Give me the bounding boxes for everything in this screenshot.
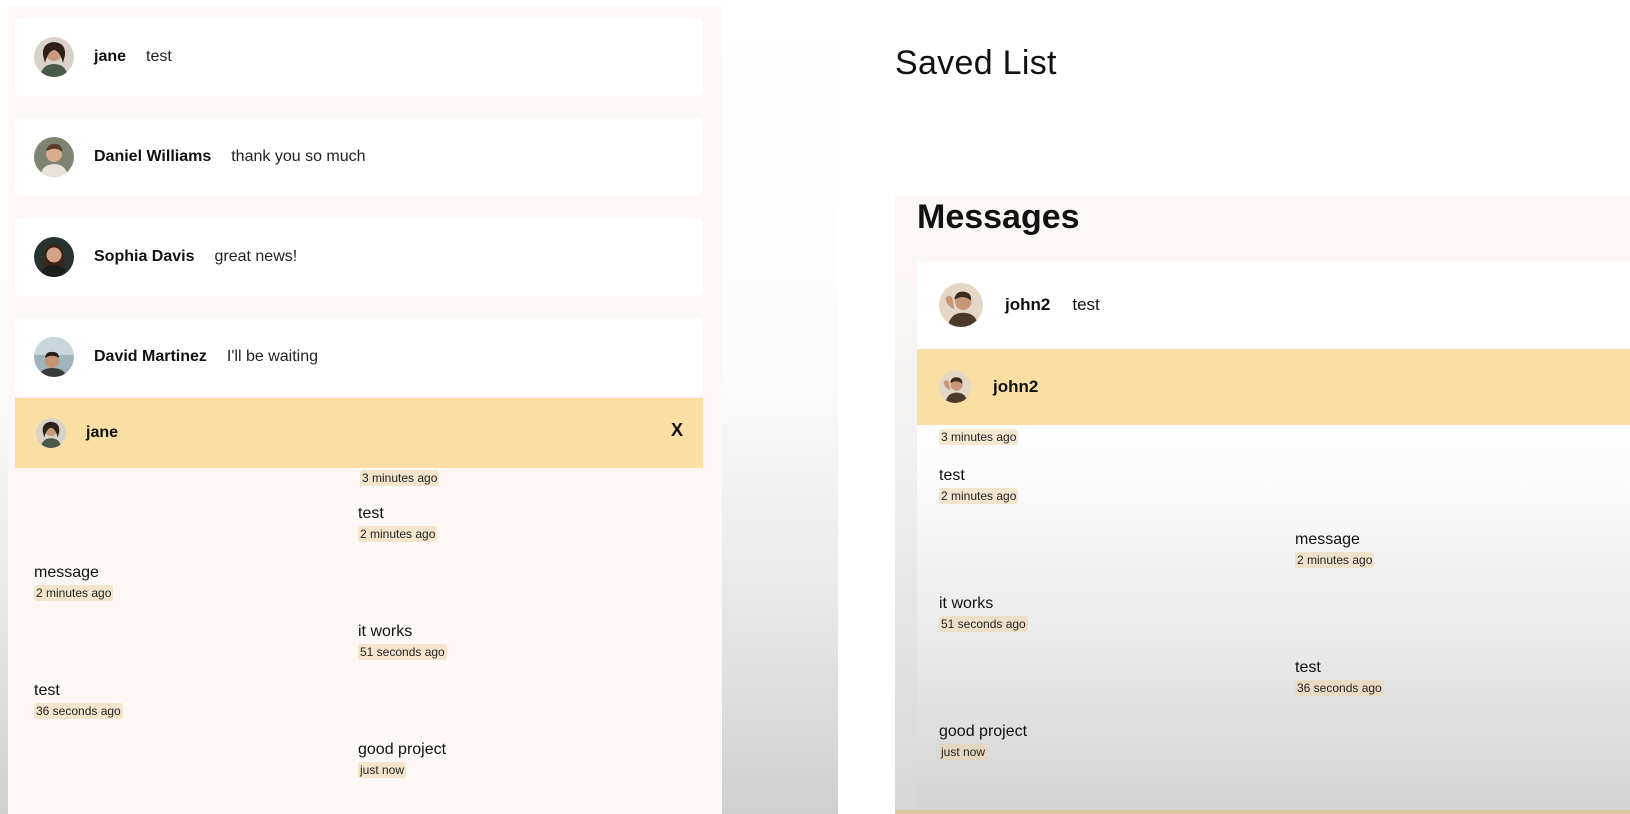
conversation-name: john2 — [1005, 295, 1051, 314]
david-avatar-icon — [34, 337, 74, 377]
messages-panel: Messages john2 test john2 3 minutes ago … — [895, 196, 1630, 814]
message-timestamp: just now — [358, 762, 407, 778]
message-timestamp: 2 minutes ago — [34, 585, 114, 601]
bottom-strip — [895, 810, 1630, 814]
sophia-avatar-icon — [34, 237, 74, 277]
message-timestamp: 51 seconds ago — [358, 644, 447, 660]
close-chat-button[interactable]: X — [671, 420, 683, 441]
message-text: test — [1295, 659, 1321, 676]
chat-message: good project just now — [358, 740, 446, 779]
message-text: message — [34, 564, 99, 581]
message-timestamp: 2 minutes ago — [939, 488, 1019, 504]
conversation-name: Daniel Williams — [94, 148, 212, 165]
chat-message: it works 51 seconds ago — [358, 622, 447, 661]
chat-message: 3 minutes ago — [939, 427, 1019, 446]
message-timestamp: 3 minutes ago — [360, 470, 440, 486]
chat-header: jane X — [15, 398, 703, 468]
chat-message: test 36 seconds ago — [34, 681, 123, 720]
daniel-avatar-icon — [34, 137, 74, 177]
page-title: Saved List — [895, 44, 1057, 82]
left-window: jane test Daniel Williams thank you so m… — [0, 0, 838, 814]
message-timestamp: 3 minutes ago — [939, 429, 1019, 445]
conversation-name: jane — [94, 48, 127, 65]
conversation-name: Sophia Davis — [94, 248, 195, 265]
conversation-name: David Martinez — [94, 348, 207, 365]
message-text: test — [34, 682, 60, 699]
conversation-preview: thank you so much — [231, 148, 366, 165]
message-text: good project — [358, 741, 447, 758]
conversation-item-jane[interactable]: jane test — [15, 18, 703, 96]
conversation-preview: test — [1072, 295, 1100, 314]
conversation-preview: great news! — [214, 248, 298, 265]
message-text: test — [358, 505, 384, 522]
conversation-item-daniel-williams[interactable]: Daniel Williams thank you so much — [15, 118, 703, 196]
chat-header: john2 — [917, 349, 1630, 425]
john2-avatar-icon — [939, 283, 983, 327]
conversation-item-john2[interactable]: john2 test — [917, 261, 1630, 349]
chat-message: good project just now — [939, 722, 1027, 761]
message-text: good project — [939, 723, 1028, 740]
chat-message: test 36 seconds ago — [1295, 658, 1384, 697]
conversation-preview: I'll be waiting — [226, 348, 319, 365]
right-window: Saved List Messages john2 test john2 3 m… — [838, 0, 1630, 814]
message-text: message — [1295, 531, 1360, 548]
message-timestamp: 2 minutes ago — [1295, 552, 1375, 568]
message-text: test — [939, 467, 965, 484]
chat-message: it works 51 seconds ago — [939, 594, 1028, 633]
messages-content: john2 test john2 3 minutes ago test 2 mi… — [917, 261, 1630, 814]
chat-message: message 2 minutes ago — [1295, 530, 1375, 569]
conversation-preview: test — [146, 48, 172, 65]
chat-message: 3 minutes ago — [360, 468, 440, 487]
chat-message: test 2 minutes ago — [358, 504, 438, 543]
message-timestamp: 36 seconds ago — [34, 703, 123, 719]
message-text: it works — [939, 595, 994, 612]
john2-avatar-icon — [939, 371, 971, 403]
message-timestamp: just now — [939, 744, 988, 760]
message-timestamp: 2 minutes ago — [358, 526, 438, 542]
chat-header-name: john2 — [993, 377, 1039, 396]
message-timestamp: 51 seconds ago — [939, 616, 1028, 632]
jane-avatar-icon — [36, 418, 66, 448]
message-text: it works — [358, 623, 413, 640]
chat-header-name: jane — [86, 424, 119, 441]
message-timestamp: 36 seconds ago — [1295, 680, 1384, 696]
jane-avatar-icon — [34, 37, 74, 77]
chat-message: message 2 minutes ago — [34, 563, 114, 602]
conversation-item-sophia-davis[interactable]: Sophia Davis great news! — [15, 218, 703, 296]
chat-message: test 2 minutes ago — [939, 466, 1019, 505]
conversation-item-david-martinez[interactable]: David Martinez I'll be waiting — [15, 318, 703, 396]
messages-title: Messages — [917, 198, 1080, 236]
